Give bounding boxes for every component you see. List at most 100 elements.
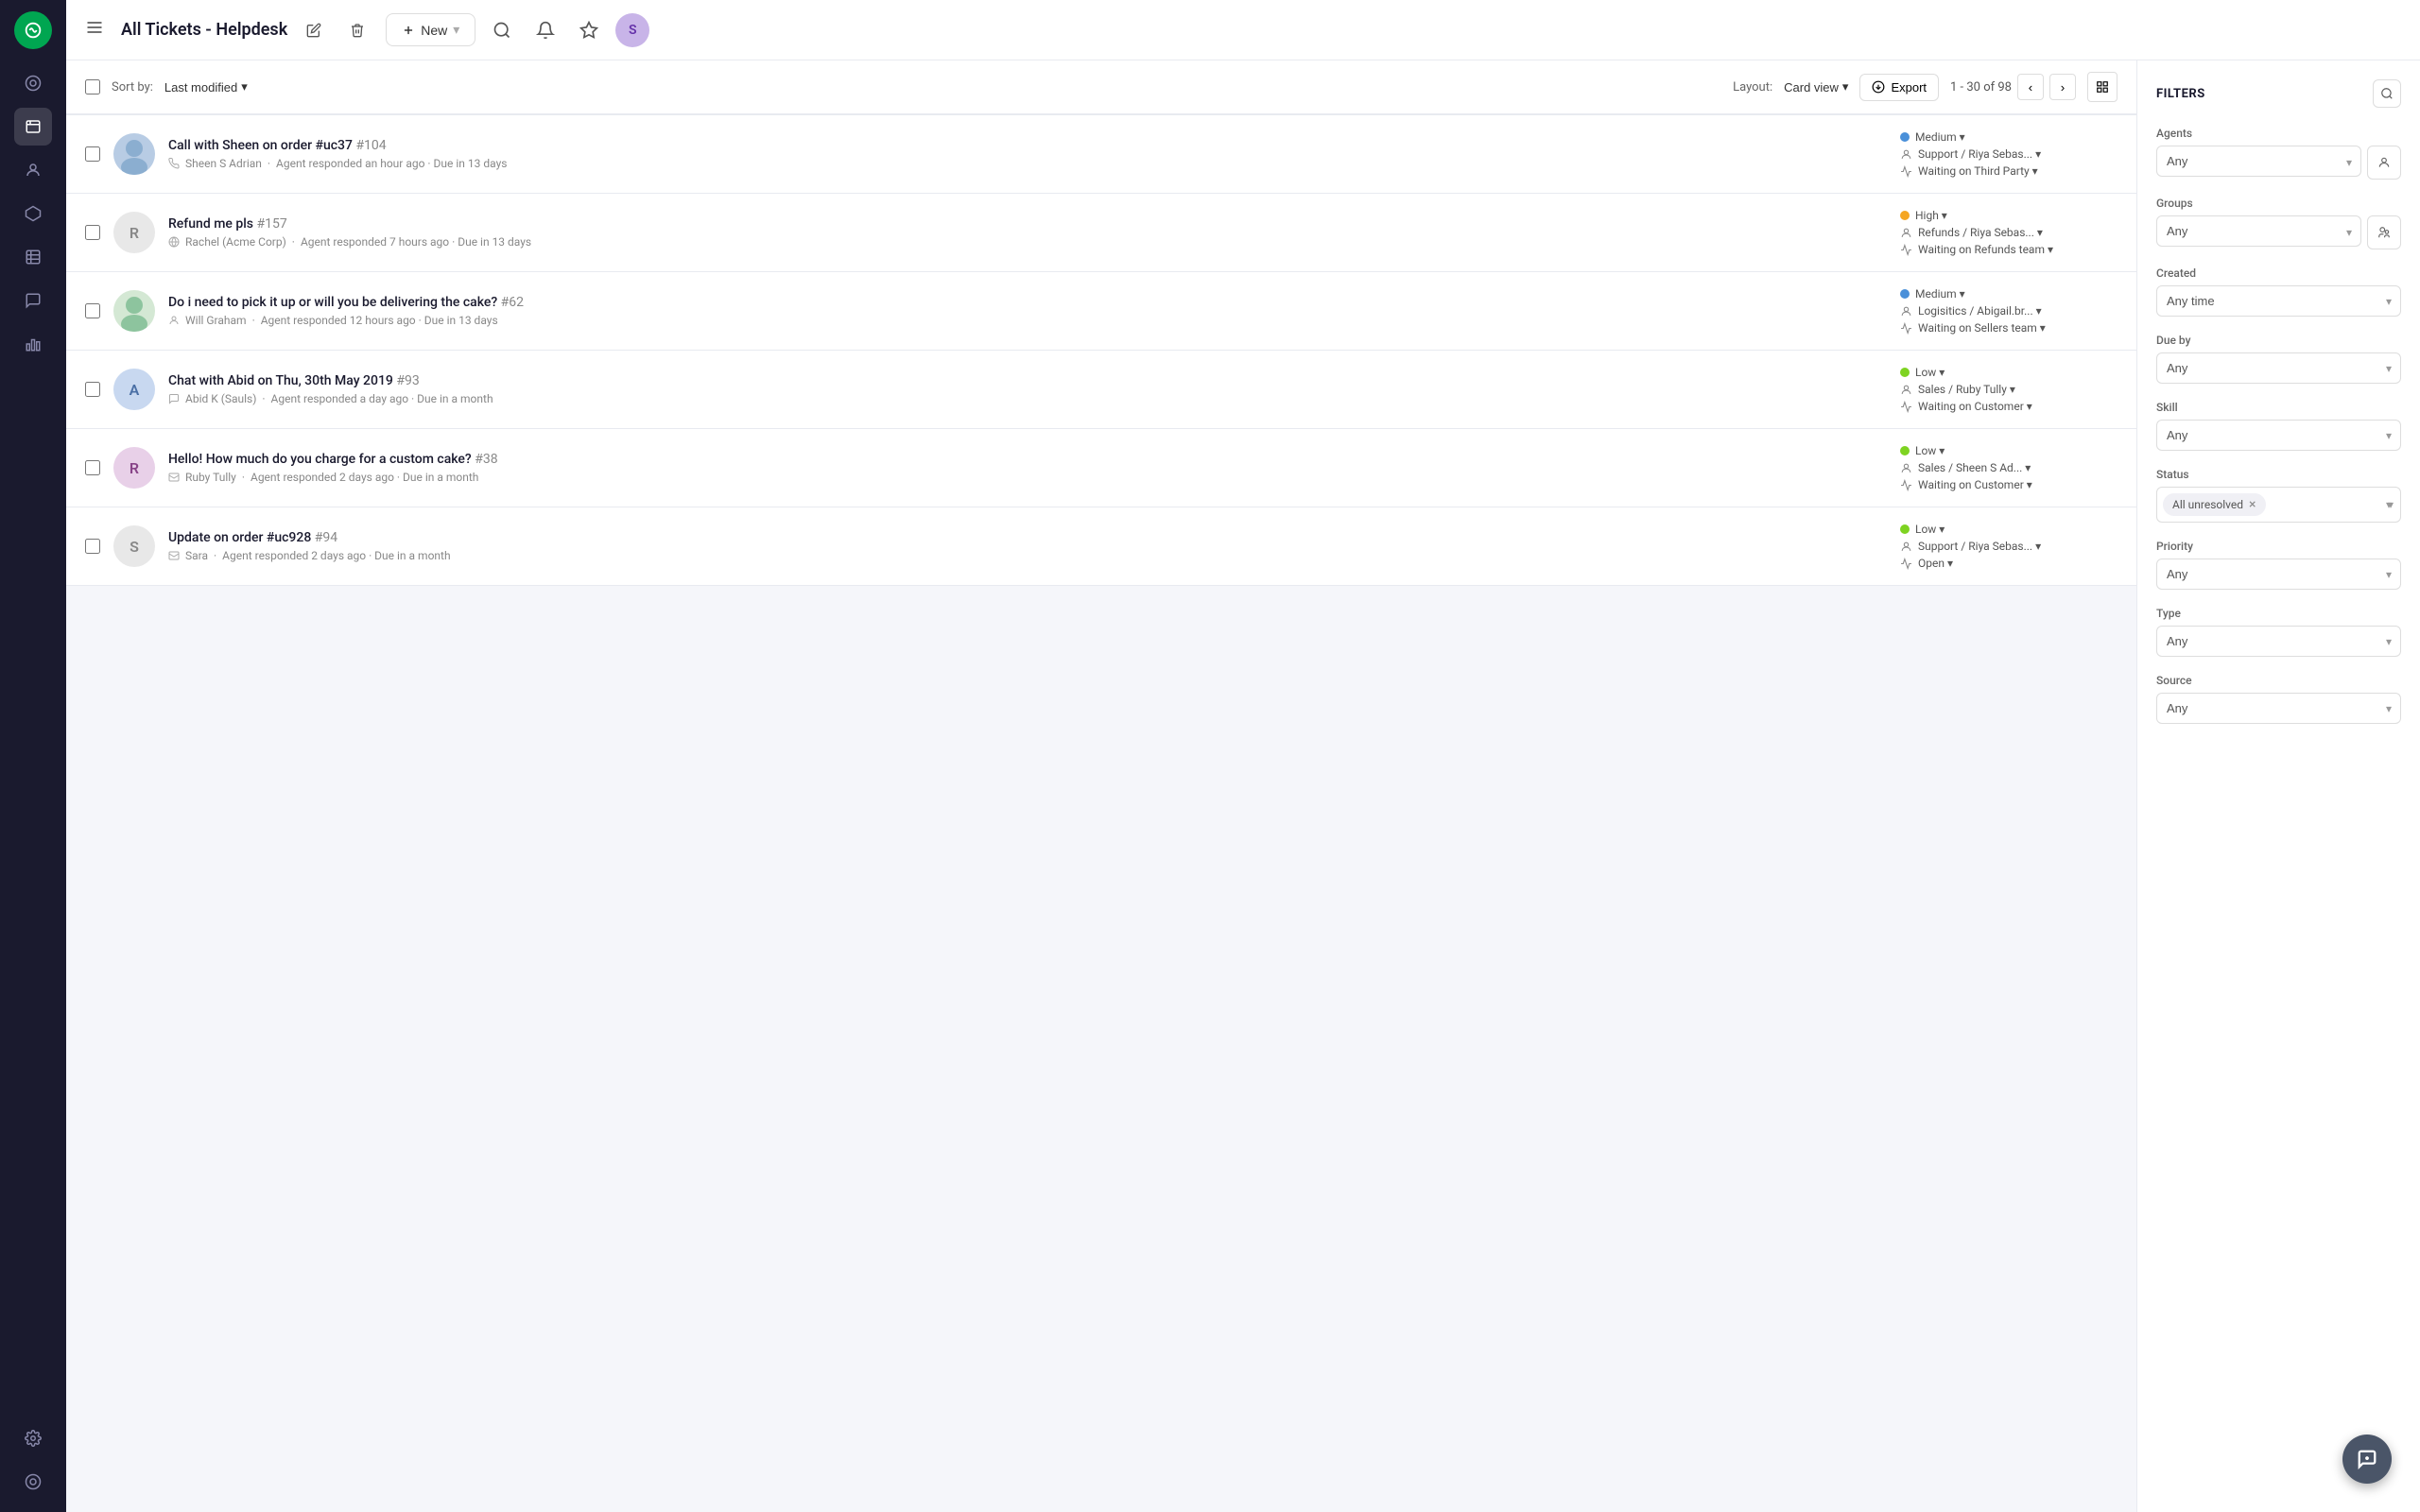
ticket-tags: High ▾ Refunds / Riya Sebas... ▾ Waiting… xyxy=(1900,209,2118,256)
avatar xyxy=(113,133,155,175)
export-button[interactable]: Export xyxy=(1859,74,1939,101)
ai-icon[interactable] xyxy=(572,13,606,47)
status-dropdown[interactable]: Waiting on Customer ▾ xyxy=(1918,478,2032,491)
team-dropdown[interactable]: Logisitics / Abigail.br... ▾ xyxy=(1918,304,2042,318)
table-row[interactable]: Call with Sheen on order #uc37 #104 Shee… xyxy=(66,114,2136,194)
priority-dropdown[interactable]: Low ▾ xyxy=(1915,523,1945,536)
status-dropdown[interactable]: Waiting on Refunds team ▾ xyxy=(1918,243,2053,256)
team-dropdown[interactable]: Support / Riya Sebas... ▾ xyxy=(1918,540,2041,553)
sidebar-item-book[interactable] xyxy=(14,238,52,276)
table-row[interactable]: Do i need to pick it up or will you be d… xyxy=(66,272,2136,351)
delete-icon[interactable] xyxy=(340,13,374,47)
team-tag: Logisitics / Abigail.br... ▾ xyxy=(1900,304,2042,318)
prev-page-button[interactable]: ‹ xyxy=(2017,74,2044,100)
app-logo[interactable] xyxy=(14,11,52,49)
ticket-checkbox[interactable] xyxy=(85,225,100,240)
ticket-meta: Ruby Tully · Agent responded 2 days ago … xyxy=(168,471,1887,484)
team-dropdown[interactable]: Support / Riya Sebas... ▾ xyxy=(1918,147,2041,161)
priority-select[interactable]: Any xyxy=(2156,558,2401,590)
grid-view-button[interactable] xyxy=(2087,72,2118,102)
priority-dropdown[interactable]: Low ▾ xyxy=(1915,444,1945,457)
sidebar-item-analytics[interactable] xyxy=(14,325,52,363)
priority-tag: Medium ▾ xyxy=(1900,287,1965,301)
avatar: A xyxy=(113,369,155,410)
team-dropdown[interactable]: Refunds / Riya Sebas... ▾ xyxy=(1918,226,2043,239)
agents-select[interactable]: Any xyxy=(2156,146,2361,177)
ticket-tags: Medium ▾ Support / Riya Sebas... ▾ Waiti… xyxy=(1900,130,2118,178)
priority-tag: Low ▾ xyxy=(1900,366,1945,379)
ticket-info: Update on order #uc928 #94 Sara · Agent … xyxy=(168,530,1887,562)
filters-search-button[interactable] xyxy=(2373,79,2401,108)
sidebar-item-network[interactable] xyxy=(14,195,52,232)
team-tag: Support / Riya Sebas... ▾ xyxy=(1900,147,2041,161)
source-select-wrap: Any xyxy=(2156,693,2401,724)
type-select[interactable]: Any xyxy=(2156,626,2401,657)
agents-filter-icon[interactable] xyxy=(2367,146,2401,180)
groups-label: Groups xyxy=(2156,197,2401,210)
sidebar-item-contacts[interactable] xyxy=(14,151,52,189)
groups-select[interactable]: Any xyxy=(2156,215,2361,247)
due-by-select[interactable]: Any xyxy=(2156,352,2401,384)
sidebar-item-support[interactable] xyxy=(14,1463,52,1501)
avatar: R xyxy=(113,447,155,489)
ticket-checkbox[interactable] xyxy=(85,303,100,318)
status-select-display[interactable]: All unresolved × xyxy=(2156,487,2401,523)
user-avatar[interactable]: S xyxy=(615,13,649,47)
status-tag: Open ▾ xyxy=(1900,557,1953,570)
avatar: S xyxy=(113,525,155,567)
sort-button[interactable]: Last modified ▾ xyxy=(164,79,248,94)
filter-created: Created Any time xyxy=(2156,266,2401,317)
team-dropdown[interactable]: Sales / Ruby Tully ▾ xyxy=(1918,383,2015,396)
ticket-meta: Sheen S Adrian · Agent responded an hour… xyxy=(168,157,1887,170)
created-select[interactable]: Any time xyxy=(2156,285,2401,317)
source-select[interactable]: Any xyxy=(2156,693,2401,724)
filter-due-by: Due by Any xyxy=(2156,334,2401,384)
ticket-checkbox[interactable] xyxy=(85,539,100,554)
table-row[interactable]: R Hello! How much do you charge for a cu… xyxy=(66,429,2136,507)
sidebar-item-settings[interactable] xyxy=(14,1419,52,1457)
status-tag: Waiting on Customer ▾ xyxy=(1900,478,2032,491)
table-row[interactable]: A Chat with Abid on Thu, 30th May 2019 #… xyxy=(66,351,2136,429)
skill-select[interactable]: Any xyxy=(2156,420,2401,451)
filters-header: FILTERS xyxy=(2156,79,2401,108)
ticket-checkbox[interactable] xyxy=(85,146,100,162)
page-title-group: All Tickets - Helpdesk xyxy=(121,13,374,47)
menu-icon[interactable] xyxy=(85,18,104,42)
ticket-checkbox[interactable] xyxy=(85,382,100,397)
status-dropdown[interactable]: Open ▾ xyxy=(1918,557,1953,570)
type-label: Type xyxy=(2156,607,2401,620)
notifications-icon[interactable] xyxy=(528,13,562,47)
ticket-info: Call with Sheen on order #uc37 #104 Shee… xyxy=(168,138,1887,170)
new-button[interactable]: New ▾ xyxy=(386,13,475,46)
status-dropdown[interactable]: Waiting on Customer ▾ xyxy=(1918,400,2032,413)
main-area: All Tickets - Helpdesk New ▾ S xyxy=(66,0,2420,1512)
priority-dropdown[interactable]: High ▾ xyxy=(1915,209,1947,222)
fab-button[interactable] xyxy=(2342,1435,2392,1484)
priority-dropdown[interactable]: Medium ▾ xyxy=(1915,287,1965,301)
next-page-button[interactable]: › xyxy=(2049,74,2076,100)
ticket-title: Update on order #uc928 #94 xyxy=(168,530,1887,545)
team-dropdown[interactable]: Sales / Sheen S Ad... ▾ xyxy=(1918,461,2031,474)
ticket-meta: Abid K (Sauls) · Agent responded a day a… xyxy=(168,392,1887,405)
status-dropdown[interactable]: Waiting on Third Party ▾ xyxy=(1918,164,2038,178)
sidebar-item-chat[interactable] xyxy=(14,282,52,319)
table-row[interactable]: S Update on order #uc928 #94 Sara · Agen… xyxy=(66,507,2136,586)
pagination: 1 - 30 of 98 ‹ › xyxy=(1950,74,2076,100)
select-all-checkbox[interactable] xyxy=(85,79,100,94)
edit-icon[interactable] xyxy=(297,13,331,47)
table-row[interactable]: R Refund me pls #157 Rachel (Acme Corp) … xyxy=(66,194,2136,272)
priority-dot xyxy=(1900,211,1910,220)
ticket-checkbox[interactable] xyxy=(85,460,100,475)
team-tag: Sales / Ruby Tully ▾ xyxy=(1900,383,2015,396)
search-icon[interactable] xyxy=(485,13,519,47)
status-dropdown[interactable]: Waiting on Sellers team ▾ xyxy=(1918,321,2046,335)
sidebar-item-tickets[interactable] xyxy=(14,108,52,146)
status-chip-remove[interactable]: × xyxy=(2249,497,2256,512)
priority-dropdown[interactable]: Medium ▾ xyxy=(1915,130,1965,144)
layout-select[interactable]: Card view ▾ xyxy=(1784,79,1848,94)
tickets-container: Call with Sheen on order #uc37 #104 Shee… xyxy=(66,114,2136,1512)
sidebar-item-home[interactable] xyxy=(14,64,52,102)
filter-groups: Groups Any xyxy=(2156,197,2401,249)
priority-dropdown[interactable]: Low ▾ xyxy=(1915,366,1945,379)
groups-filter-icon[interactable] xyxy=(2367,215,2401,249)
